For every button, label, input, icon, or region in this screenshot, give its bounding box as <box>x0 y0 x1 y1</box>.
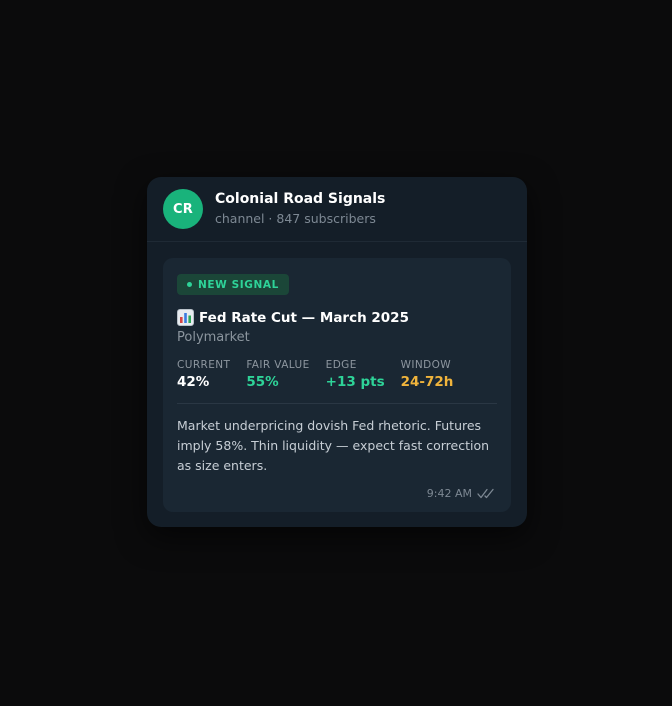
badge-dot-icon <box>187 282 192 287</box>
channel-card: CR Colonial Road Signals channel · 847 s… <box>147 177 527 527</box>
stat-window: WINDOW 24-72h <box>401 359 454 391</box>
avatar[interactable]: CR <box>163 189 203 229</box>
channel-info: Colonial Road Signals channel · 847 subs… <box>215 190 385 228</box>
stat-value: +13 pts <box>325 374 385 390</box>
stat-label: EDGE <box>325 359 357 371</box>
stat-label: CURRENT <box>177 359 231 371</box>
platform-name: Polymarket <box>177 330 250 345</box>
signal-title: Fed Rate Cut — March 2025 <box>199 309 409 326</box>
stat-current: CURRENT 42% <box>177 359 230 391</box>
channel-meta: channel · 847 subscribers <box>215 211 376 226</box>
stats-row: CURRENT 42% FAIR VALUE 55% EDGE +13 pts … <box>177 359 497 404</box>
channel-header[interactable]: CR Colonial Road Signals channel · 847 s… <box>147 177 527 242</box>
stat-value: 55% <box>246 374 279 390</box>
stat-value: 24-72h <box>400 374 454 390</box>
channel-name: Colonial Road Signals <box>215 191 386 207</box>
stat-label: FAIR VALUE <box>246 359 310 371</box>
signal-title-row: Fed Rate Cut — March 2025 <box>177 309 497 326</box>
stat-fair-value: FAIR VALUE 55% <box>246 359 309 391</box>
stat-edge: EDGE +13 pts <box>326 359 385 391</box>
message-bubble[interactable]: NEW SIGNAL Fed Rate Cut — March 2025 Pol… <box>163 258 511 512</box>
bar-chart-icon <box>177 309 194 326</box>
message-footer: 9:42 AM <box>427 487 497 500</box>
message-body: Market underpricing dovish Fed rhetoric.… <box>177 418 490 473</box>
stat-value: 42% <box>177 374 210 390</box>
signal-badge: NEW SIGNAL <box>177 274 289 295</box>
double-check-icon <box>477 488 494 499</box>
message-time: 9:42 AM <box>426 487 472 500</box>
badge-label: NEW SIGNAL <box>198 278 279 291</box>
stat-label: WINDOW <box>400 359 452 371</box>
